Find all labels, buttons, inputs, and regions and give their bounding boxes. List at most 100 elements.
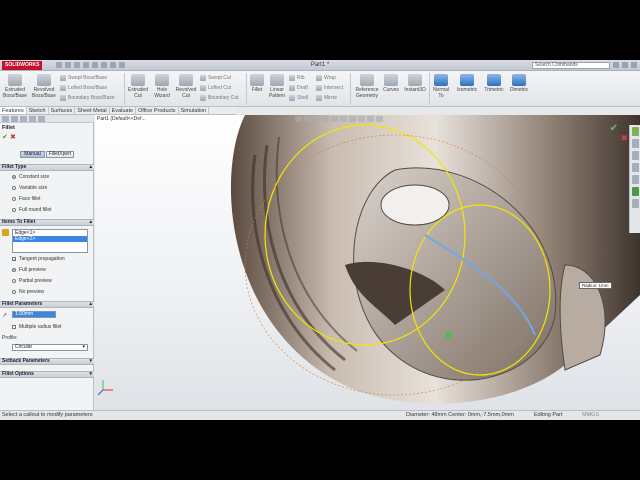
open-icon[interactable] — [65, 62, 71, 68]
help-icon[interactable] — [613, 62, 619, 68]
save-icon[interactable] — [74, 62, 80, 68]
extruded-cut-button[interactable]: Extruded Cut — [126, 74, 150, 99]
close-button[interactable] — [631, 62, 637, 68]
items-to-fillet-header[interactable]: Items To Fillet ▴ — [0, 219, 94, 226]
instant3d-button[interactable]: Instant3D — [402, 74, 428, 93]
design-library-icon[interactable] — [631, 139, 639, 148]
confirm-corner-cancel-icon[interactable]: ✖ — [620, 133, 628, 144]
view-palette-icon[interactable] — [631, 163, 639, 172]
undo-icon[interactable] — [92, 62, 98, 68]
custom-properties-icon[interactable] — [631, 187, 639, 196]
edge-selection-list[interactable]: Edge<1> Edge<2> — [12, 229, 88, 253]
isometric-button[interactable]: Isometric — [453, 74, 481, 93]
hole-wizard-button[interactable]: Hole Wizard — [151, 74, 173, 99]
revolved-cut-button[interactable]: Revolved Cut — [174, 74, 198, 99]
tangent-propagation-checkbox[interactable]: ✓ Tangent propagation — [12, 256, 65, 262]
select-icon[interactable] — [101, 62, 107, 68]
list-item[interactable]: Edge<2> — [13, 236, 87, 242]
forum-icon[interactable] — [631, 199, 639, 208]
fillet-options-header[interactable]: Fillet Options ▾ — [0, 371, 94, 378]
extruded-boss-button[interactable]: Extruded Boss/Base — [2, 74, 28, 99]
shell-button[interactable]: Shell — [289, 94, 308, 102]
cancel-x-icon[interactable]: ✖ — [10, 133, 16, 141]
fillet-type-header[interactable]: Fillet Type ▴ — [0, 164, 94, 171]
feature-tree-tab-icon[interactable] — [2, 116, 9, 122]
boundary-cut-button[interactable]: Boundary Cut — [200, 94, 239, 102]
reference-geometry-button[interactable]: Reference Geometry — [352, 74, 382, 99]
selection-handle[interactable] — [446, 333, 451, 338]
view-orientation-icon[interactable] — [331, 116, 338, 122]
tab-office-products[interactable]: Office Products — [136, 107, 179, 114]
curves-button[interactable]: Curves — [382, 74, 400, 93]
section-view-icon[interactable] — [322, 116, 329, 122]
lofted-boss-button[interactable]: Lofted Boss/Base — [60, 84, 107, 92]
solidworks-resources-icon[interactable] — [631, 127, 639, 136]
variable-size-radio[interactable]: Variable size — [12, 185, 47, 191]
zoom-area-icon[interactable] — [304, 116, 311, 122]
file-explorer-icon[interactable] — [631, 151, 639, 160]
swept-boss-button[interactable]: Swept Boss/Base — [60, 74, 107, 82]
scene-icon[interactable] — [367, 116, 374, 122]
face-fillet-radio[interactable]: Face fillet — [12, 196, 40, 202]
dimxpert-tab-icon[interactable] — [29, 116, 36, 122]
profile-select[interactable]: Circular ▾ — [12, 344, 88, 351]
display-style-icon[interactable] — [340, 116, 347, 122]
manual-button[interactable]: Manual — [20, 151, 45, 158]
trimetric-button[interactable]: Trimetric — [481, 74, 507, 93]
radius-callout[interactable]: Radius: 1mm — [579, 282, 612, 289]
configuration-manager-tab-icon[interactable] — [20, 116, 27, 122]
wrap-button[interactable]: Wrap — [316, 74, 336, 82]
new-icon[interactable] — [56, 62, 62, 68]
normal-to-button[interactable]: Normal To — [431, 74, 451, 99]
tab-features[interactable]: Features — [0, 107, 27, 114]
constant-size-radio[interactable]: Constant size — [12, 174, 49, 180]
ok-check-icon[interactable]: ✔ — [2, 133, 8, 141]
multiple-radius-checkbox[interactable]: Multiple radius fillet — [12, 324, 62, 330]
revolved-cut-icon — [179, 74, 193, 86]
units-selector[interactable]: MMGS — [582, 411, 599, 420]
graphics-area[interactable]: Part1 (Default<<Def... ✔ ✖ Radius: 1mm — [95, 115, 640, 410]
hole-wizard-icon — [155, 74, 169, 86]
lofted-cut-button[interactable]: Lofted Cut — [200, 84, 231, 92]
property-manager-tab-icon[interactable] — [11, 116, 18, 122]
hide-show-icon[interactable] — [349, 116, 356, 122]
tab-simulation[interactable]: Simulation — [179, 107, 210, 114]
tab-surfaces[interactable]: Surfaces — [49, 107, 76, 114]
zoom-to-fit-icon[interactable] — [295, 116, 302, 122]
tab-sketch[interactable]: Sketch — [27, 107, 49, 114]
display-manager-tab-icon[interactable] — [38, 116, 45, 122]
fillet-parameters-header[interactable]: Fillet Parameters ▴ — [0, 301, 94, 308]
feature-tree-flyout[interactable]: Part1 (Default<<Def... — [97, 116, 146, 122]
revolved-boss-button[interactable]: Revolved Boss/Base — [30, 74, 58, 99]
linear-pattern-button[interactable]: Linear Pattern — [266, 74, 288, 99]
fillet-button[interactable]: Fillet — [248, 74, 266, 93]
piston-model[interactable] — [95, 115, 640, 410]
search-commands-input[interactable]: Search Commands — [532, 62, 610, 69]
intersect-button[interactable]: Intersect — [316, 84, 343, 92]
boundary-boss-button[interactable]: Boundary Boss/Base — [60, 94, 115, 102]
rib-button[interactable]: Rib — [289, 74, 305, 82]
appearances-icon[interactable] — [631, 175, 639, 184]
no-preview-radio[interactable]: No preview — [12, 289, 44, 295]
partial-preview-radio[interactable]: Partial preview — [12, 278, 52, 284]
tab-sheet-metal[interactable]: Sheet Metal — [75, 107, 110, 114]
collapse-icon: ▴ — [89, 164, 92, 170]
rebuild-icon[interactable] — [110, 62, 116, 68]
options-icon[interactable] — [119, 62, 125, 68]
view-settings-icon[interactable] — [376, 116, 383, 122]
confirm-corner-ok-icon[interactable]: ✔ — [610, 123, 618, 134]
previous-view-icon[interactable] — [313, 116, 320, 122]
minimize-button[interactable] — [622, 62, 628, 68]
radius-input[interactable]: 1.00mm — [12, 311, 56, 318]
tab-evaluate[interactable]: Evaluate — [110, 107, 137, 114]
mirror-button[interactable]: Mirror — [316, 94, 337, 102]
swept-cut-button[interactable]: Swept Cut — [200, 74, 231, 82]
draft-button[interactable]: Draft — [289, 84, 308, 92]
appearance-icon[interactable] — [358, 116, 365, 122]
dimetric-button[interactable]: Dimetric — [507, 74, 531, 93]
print-icon[interactable] — [83, 62, 89, 68]
filletxpert-button[interactable]: FilletXpert — [46, 151, 74, 158]
setback-parameters-header[interactable]: Setback Parameters ▾ — [0, 358, 94, 365]
full-preview-radio[interactable]: Full preview — [12, 267, 46, 273]
full-round-fillet-radio[interactable]: Full round fillet — [12, 207, 52, 213]
